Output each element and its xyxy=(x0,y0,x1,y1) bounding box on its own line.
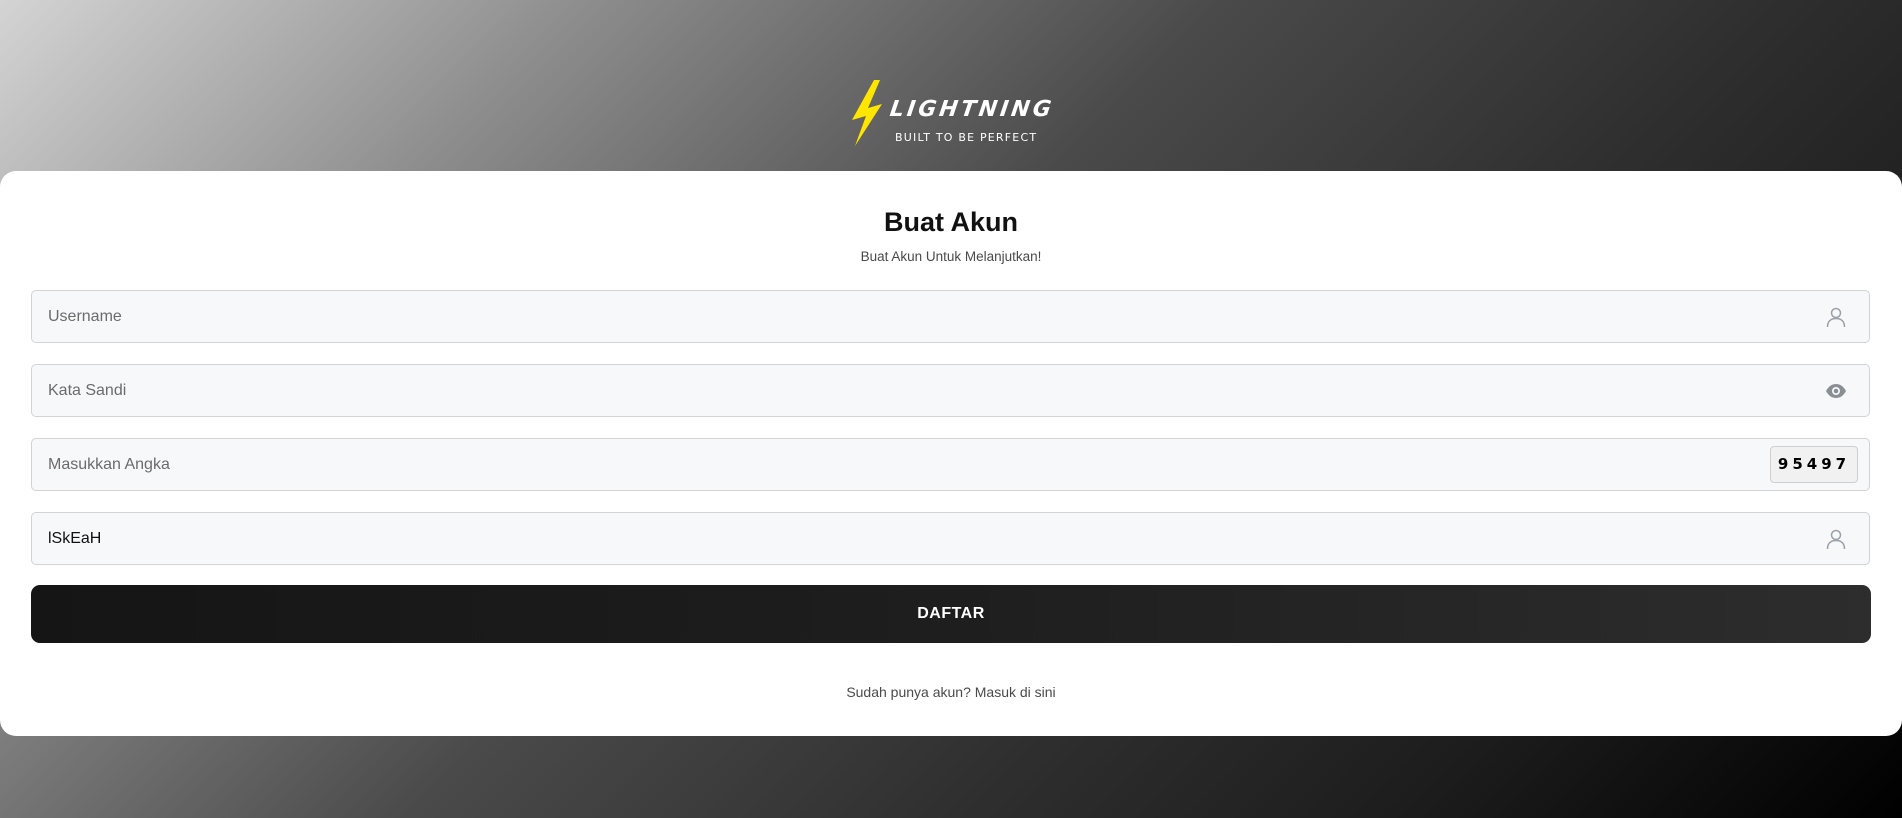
brand-logo: LIGHTNING BUILT TO BE PERFECT xyxy=(850,78,1056,152)
username-field xyxy=(31,290,1870,343)
page-title: Buat Akun xyxy=(884,207,1018,237)
login-prompt: Sudah punya akun? Masuk di sini xyxy=(0,683,1902,701)
brand-tagline: BUILT TO BE PERFECT xyxy=(895,131,1038,144)
page-subtitle: Buat Akun Untuk Melanjutkan! xyxy=(860,249,1042,264)
captcha-code: 95497 xyxy=(1770,446,1858,483)
register-card: Buat Akun Buat Akun Untuk Melanjutkan! 9… xyxy=(0,171,1902,736)
lightning-bolt-icon xyxy=(852,80,882,146)
captcha-field: 95497 xyxy=(31,438,1870,491)
user-icon xyxy=(1825,528,1847,550)
eye-icon[interactable] xyxy=(1825,380,1847,402)
register-button[interactable]: DAFTAR xyxy=(31,585,1871,643)
referral-input[interactable] xyxy=(32,513,1869,564)
username-input[interactable] xyxy=(32,291,1869,342)
password-field xyxy=(31,364,1870,417)
captcha-input[interactable] xyxy=(32,439,1869,490)
password-input[interactable] xyxy=(32,365,1869,416)
referral-field xyxy=(31,512,1870,565)
brand-wordmark: LIGHTNING xyxy=(888,97,1056,122)
user-icon xyxy=(1825,306,1847,328)
login-link[interactable]: Sudah punya akun? Masuk di sini xyxy=(846,684,1055,700)
